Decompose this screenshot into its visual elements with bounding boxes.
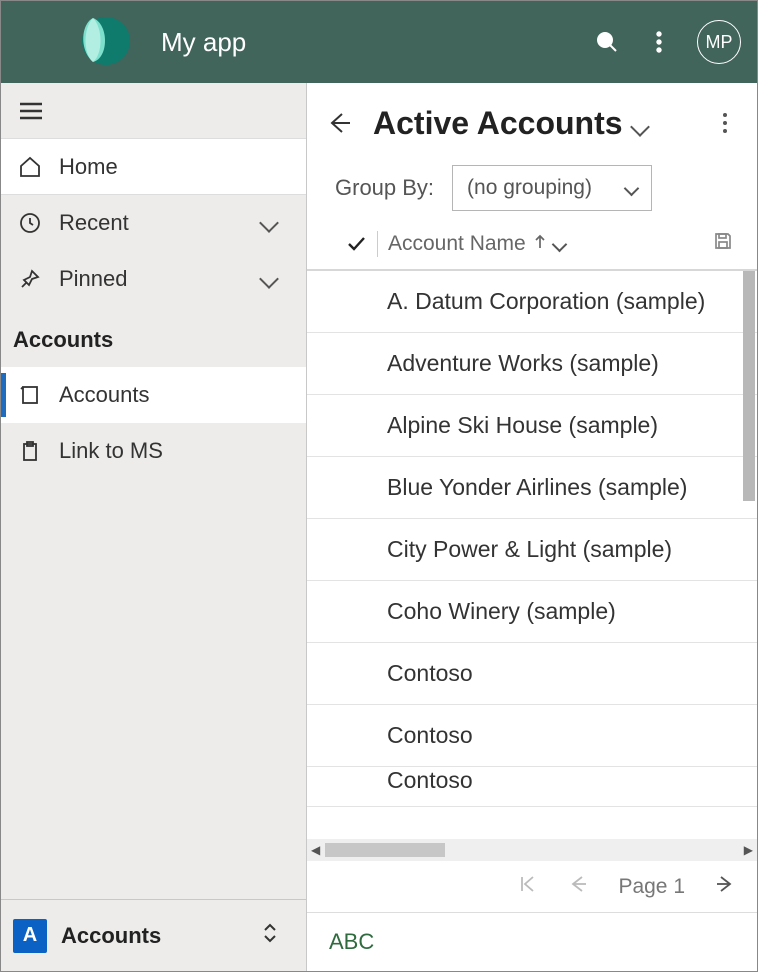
group-by-label: Group By: — [335, 175, 434, 201]
scroll-thumb[interactable] — [325, 843, 445, 857]
hamburger-menu-button[interactable] — [1, 83, 306, 139]
vertical-scrollbar[interactable] — [743, 271, 755, 501]
table-row[interactable]: Contoso — [307, 767, 757, 807]
view-header: Active Accounts — [307, 83, 757, 163]
alpha-jump-label: ABC — [329, 929, 374, 955]
horizontal-scrollbar[interactable]: ◀ ▶ — [307, 839, 757, 861]
column-header-row: Account Name — [307, 227, 757, 271]
cell-account-name: Alpine Ski House (sample) — [387, 412, 658, 439]
view-title: Active Accounts — [373, 105, 623, 142]
group-by-select[interactable]: (no grouping) — [452, 165, 652, 211]
cell-account-name: City Power & Light (sample) — [387, 536, 672, 563]
table-row[interactable]: A. Datum Corporation (sample) — [307, 271, 757, 333]
sidebar-item-label: Recent — [59, 210, 129, 236]
table-row[interactable]: City Power & Light (sample) — [307, 519, 757, 581]
area-switcher[interactable]: A Accounts — [1, 899, 306, 971]
alpha-jump-bar[interactable]: ABC — [307, 913, 757, 971]
table-row[interactable]: Contoso — [307, 643, 757, 705]
sidebar-item-recent[interactable]: Recent — [1, 195, 306, 251]
chevron-up-down-icon — [262, 921, 278, 951]
sidebar-item-home[interactable]: Home — [1, 139, 306, 195]
sort-asc-icon — [534, 232, 546, 256]
view-selector[interactable]: Active Accounts — [373, 105, 647, 142]
area-tile: A — [13, 919, 47, 953]
cell-account-name: Contoso — [387, 660, 473, 687]
clipboard-icon — [17, 438, 43, 464]
table-row[interactable]: Contoso — [307, 705, 757, 767]
app-title: My app — [161, 27, 246, 58]
table-row[interactable]: Blue Yonder Airlines (sample) — [307, 457, 757, 519]
page-label: Page 1 — [618, 875, 685, 899]
pin-icon — [17, 266, 43, 292]
grid-rows: A. Datum Corporation (sample) Adventure … — [307, 271, 757, 839]
cell-account-name: Coho Winery (sample) — [387, 598, 616, 625]
sidebar-item-pinned[interactable]: Pinned — [1, 251, 306, 307]
group-by-row: Group By: (no grouping) — [307, 163, 757, 227]
page-first-button[interactable] — [518, 874, 538, 900]
clock-icon — [17, 210, 43, 236]
column-header-account-name[interactable]: Account Name — [388, 232, 565, 256]
user-avatar[interactable]: MP — [697, 20, 741, 64]
sidebar-item-accounts[interactable]: Accounts — [1, 367, 306, 423]
table-row[interactable]: Alpine Ski House (sample) — [307, 395, 757, 457]
select-all-checkbox[interactable] — [345, 234, 367, 254]
home-icon — [17, 154, 43, 180]
sidebar-item-label: Accounts — [59, 382, 150, 408]
sidebar-section-header: Accounts — [1, 307, 306, 367]
cell-account-name: Blue Yonder Airlines (sample) — [387, 474, 687, 501]
more-vertical-icon[interactable] — [639, 22, 679, 62]
pager: Page 1 — [307, 861, 757, 913]
cell-account-name: Contoso — [387, 767, 473, 794]
sidebar-item-label: Home — [59, 154, 118, 180]
sidebar-item-label: Link to MS — [59, 438, 163, 464]
save-icon[interactable] — [713, 231, 733, 257]
cell-account-name: Adventure Works (sample) — [387, 350, 659, 377]
group-by-value: (no grouping) — [467, 176, 592, 200]
back-button[interactable] — [323, 110, 355, 136]
column-divider — [377, 231, 378, 257]
column-header-label: Account Name — [388, 232, 526, 256]
chevron-down-icon — [633, 105, 647, 142]
scroll-left-icon[interactable]: ◀ — [311, 843, 320, 857]
sidebar: Home Recent Pinned Accounts — [1, 83, 307, 971]
scroll-right-icon[interactable]: ▶ — [744, 843, 753, 857]
chevron-down-icon — [626, 176, 637, 200]
view-more-button[interactable] — [709, 111, 741, 135]
chevron-down-icon — [554, 232, 565, 256]
table-row[interactable]: Coho Winery (sample) — [307, 581, 757, 643]
search-icon[interactable] — [587, 22, 627, 62]
accounts-icon — [17, 382, 43, 408]
app-logo — [75, 14, 131, 70]
sidebar-item-link-to-ms[interactable]: Link to MS — [1, 423, 306, 479]
table-row[interactable]: Adventure Works (sample) — [307, 333, 757, 395]
sidebar-item-label: Pinned — [59, 266, 128, 292]
cell-account-name: A. Datum Corporation (sample) — [387, 288, 705, 315]
area-label: Accounts — [61, 923, 161, 949]
cell-account-name: Contoso — [387, 722, 473, 749]
app-bar: My app MP — [1, 1, 757, 83]
page-next-button[interactable] — [715, 874, 735, 900]
chevron-down-icon — [262, 266, 276, 292]
page-prev-button[interactable] — [568, 874, 588, 900]
main-panel: Active Accounts Group By: (no grouping) — [307, 83, 757, 971]
chevron-down-icon — [262, 210, 276, 236]
